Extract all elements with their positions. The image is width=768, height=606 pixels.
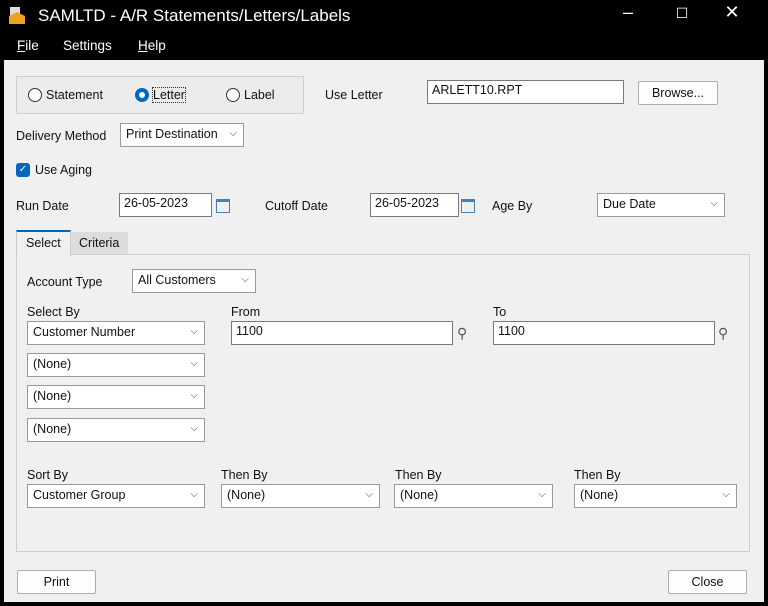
selected-value: All Customers [138,273,216,287]
finder-icon[interactable]: ⚲ [457,325,467,342]
cutoff-date-label: Cutoff Date [265,199,329,213]
radio-label: Statement [46,88,103,102]
to-input[interactable]: 1100 [493,321,715,345]
radio-circle [28,88,42,102]
age-by-select[interactable]: Due Date ⌵ [597,193,725,217]
select-by-label: Select By [27,305,80,319]
selected-value: (None) [33,422,72,436]
use-aging-label: Use Aging [35,163,92,177]
chevron-down-icon: ⌵ [190,326,198,337]
app-icon [8,7,26,25]
age-by-label: Age By [492,199,533,213]
radio-circle-selected [135,88,149,102]
radio-letter[interactable]: Letter [135,87,186,103]
menu-file[interactable]: File [17,38,39,53]
radio-label: Label [244,88,275,102]
dialog-body: Statement Letter Label Use Letter ARLETT… [4,60,764,602]
selected-value: (None) [33,357,72,371]
close-window-button[interactable]: ✕ [712,2,752,23]
then-by-select-2[interactable]: (None) ⌵ [394,484,553,508]
from-label: From [231,305,261,319]
selected-value: Print Destination [126,127,218,141]
cutoff-date-input[interactable]: 26-05-2023 [370,193,459,217]
delivery-method-select[interactable]: Print Destination ⌵ [120,123,244,147]
menu-help[interactable]: Help [138,38,166,53]
selected-value: Customer Number [33,325,136,339]
then-by-select-1[interactable]: (None) ⌵ [221,484,380,508]
window-title: SAMLTD - A/R Statements/Letters/Labels [38,6,351,25]
then-by-label: Then By [395,468,442,482]
selected-value: Due Date [603,197,656,211]
menu-file-label: File [17,38,39,53]
chevron-down-icon: ⌵ [710,198,718,209]
use-letter-label: Use Letter [325,88,383,102]
chevron-down-icon: ⌵ [190,489,198,500]
radio-circle [226,88,240,102]
menu-settings[interactable]: Settings [63,38,112,53]
then-by-select-3[interactable]: (None) ⌵ [574,484,737,508]
selected-value: (None) [400,488,439,502]
chevron-down-icon: ⌵ [722,489,730,500]
calendar-icon[interactable] [216,199,230,213]
close-button[interactable]: Close [668,570,747,594]
run-date-input[interactable]: 26-05-2023 [119,193,212,217]
selected-value: Customer Group [33,488,126,502]
select-by-1[interactable]: Customer Number ⌵ [27,321,205,345]
sort-by-select[interactable]: Customer Group ⌵ [27,484,205,508]
selected-value: (None) [33,389,72,403]
browse-button[interactable]: Browse... [638,81,718,105]
chevron-down-icon: ⌵ [538,489,546,500]
menu-settings-label: ttings [79,38,112,53]
chevron-down-icon: ⌵ [241,274,249,285]
to-label: To [493,305,507,319]
tab-select[interactable]: Select [16,230,71,256]
selected-value: (None) [227,488,266,502]
calendar-icon[interactable] [461,199,475,213]
sort-by-label: Sort By [27,468,68,482]
delivery-method-label: Delivery Method [16,129,107,143]
select-by-4[interactable]: (None) ⌵ [27,418,205,442]
maximize-button[interactable]: ☐ [662,5,702,22]
print-button[interactable]: Print [17,570,96,594]
then-by-label: Then By [221,468,268,482]
chevron-down-icon: ⌵ [190,390,198,401]
run-date-label: Run Date [16,199,69,213]
minimize-button[interactable]: – [608,2,648,23]
select-by-3[interactable]: (None) ⌵ [27,385,205,409]
radio-statement[interactable]: Statement [28,88,103,102]
radio-label: Letter [152,87,186,103]
selected-value: (None) [580,488,619,502]
tab-criteria[interactable]: Criteria [70,232,129,256]
menu-help-label: Help [138,38,166,53]
then-by-label: Then By [574,468,621,482]
account-type-label: Account Type [27,275,103,289]
chevron-down-icon: ⌵ [365,489,373,500]
use-letter-input[interactable]: ARLETT10.RPT [427,80,624,104]
account-type-select[interactable]: All Customers ⌵ [132,269,256,293]
from-input[interactable]: 1100 [231,321,453,345]
finder-icon[interactable]: ⚲ [718,325,728,342]
chevron-down-icon: ⌵ [190,423,198,434]
use-aging-checkbox[interactable]: ✓ [16,163,30,177]
chevron-down-icon: ⌵ [229,128,237,139]
menu-settings-prefix: Se [63,38,80,53]
select-by-2[interactable]: (None) ⌵ [27,353,205,377]
radio-label-option[interactable]: Label [226,88,275,102]
select-tab-panel: Account Type All Customers ⌵ Select By Fr… [16,254,750,552]
chevron-down-icon: ⌵ [190,358,198,369]
